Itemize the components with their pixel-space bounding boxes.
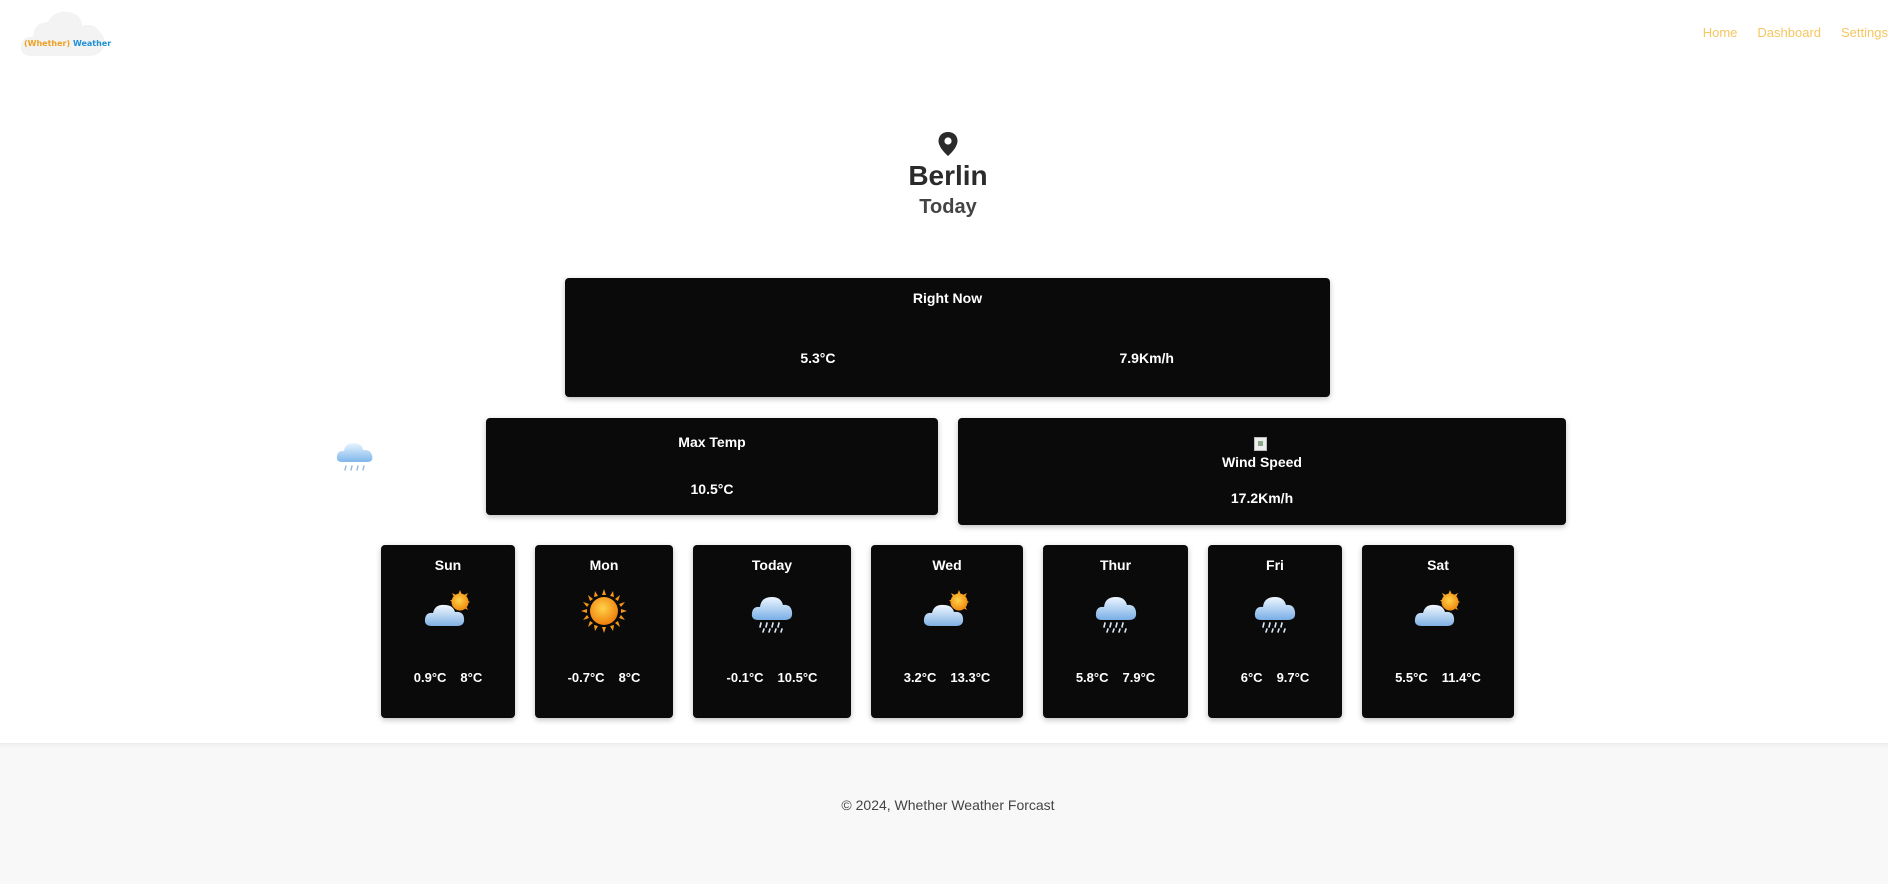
forecast-temps: 5.8°C 7.9°C — [1043, 670, 1188, 685]
city-name: Berlin — [908, 160, 988, 191]
cloud-logo-icon — [20, 11, 105, 56]
forecast-card-thur: Thur 5.8°C 7.9°C — [1043, 545, 1188, 718]
forecast-high-temp: 8°C — [460, 670, 483, 685]
forecast-day-name: Today — [751, 557, 793, 573]
partly-cloudy-icon — [424, 590, 470, 626]
partly-cloudy-icon — [1414, 590, 1460, 626]
forecast-low-temp: 0.9°C — [413, 670, 447, 685]
wind-speed-value: 17.2Km/h — [1230, 490, 1294, 506]
right-now-temp: 5.3°C — [800, 350, 836, 366]
main-nav: Home Dashboard Settings — [1703, 25, 1888, 40]
right-now-card: Right Now 5.3°C 7.9Km/h — [565, 278, 1330, 397]
forecast-temps: -0.7°C 8°C — [535, 670, 673, 685]
footer-copyright: © 2024, Whether Weather Forcast — [841, 797, 1055, 813]
forecast-high-temp: 8°C — [618, 670, 641, 685]
header: (Whether) Weather Home Dashboard Setting… — [0, 0, 1888, 66]
forecast-temps: 0.9°C 8°C — [381, 670, 515, 685]
max-temp-value: 10.5°C — [690, 481, 734, 497]
forecast-card-wed: Wed 3.2°C 13.3°C — [871, 545, 1023, 718]
forecast-day-name: Fri — [1266, 557, 1284, 573]
forecast-temps: -0.1°C 10.5°C — [693, 670, 851, 685]
rain-cloud-icon — [336, 443, 373, 471]
forecast-temps: 3.2°C 13.3°C — [871, 670, 1023, 685]
wind-speed-card: Wind Speed 17.2Km/h — [958, 418, 1566, 525]
forecast-day-name: Sat — [1427, 557, 1449, 573]
right-now-wind: 7.9Km/h — [1119, 350, 1174, 366]
forecast-high-temp: 10.5°C — [777, 670, 818, 685]
current-day-label: Today — [919, 196, 977, 218]
location-pin-icon — [938, 132, 958, 156]
nav-dashboard-link[interactable]: Dashboard — [1757, 25, 1821, 40]
forecast-card-fri: Fri 6°C 9.7°C — [1208, 545, 1342, 718]
nav-settings-link[interactable]: Settings — [1841, 25, 1888, 40]
rain-cloud-icon — [1254, 597, 1296, 633]
forecast-high-temp: 11.4°C — [1441, 670, 1481, 685]
forecast-day-name: Wed — [932, 557, 962, 573]
max-temp-card: Max Temp 10.5°C — [486, 418, 938, 515]
forecast-low-temp: -0.1°C — [726, 670, 764, 685]
footer: © 2024, Whether Weather Forcast — [0, 743, 1888, 884]
forecast-day-name: Thur — [1099, 557, 1132, 573]
forecast-low-temp: 3.2°C — [903, 670, 937, 685]
forecast-low-temp: -0.7°C — [567, 670, 605, 685]
forecast-card-sat: Sat 5.5°C 11.4°C — [1362, 545, 1514, 718]
sun-icon — [581, 589, 627, 633]
forecast-low-temp: 6°C — [1240, 670, 1263, 685]
logo[interactable]: (Whether) Weather — [18, 8, 111, 58]
logo-text-whether: (Whether) — [24, 39, 71, 48]
forecast-high-temp: 7.9°C — [1122, 670, 1156, 685]
rain-cloud-icon — [751, 597, 793, 633]
logo-text: (Whether) Weather — [24, 39, 111, 48]
forecast-low-temp: 5.5°C — [1395, 670, 1428, 685]
forecast-card-sun: Sun 0.9°C 8°C — [381, 545, 515, 718]
forecast-low-temp: 5.8°C — [1075, 670, 1109, 685]
forecast-card-today: Today -0.1°C 10.5°C — [693, 545, 851, 718]
logo-text-weather: Weather — [70, 39, 112, 48]
wind-speed-title: Wind Speed — [1222, 454, 1302, 470]
forecast-high-temp: 13.3°C — [950, 670, 991, 685]
nav-home-link[interactable]: Home — [1703, 25, 1738, 40]
forecast-card-mon: Mon -0.7°C 8°C — [535, 545, 673, 718]
max-temp-title: Max Temp — [678, 434, 746, 450]
forecast-temps: 6°C 9.7°C — [1208, 670, 1342, 685]
partly-cloudy-icon — [923, 590, 969, 626]
rain-cloud-icon — [1095, 597, 1136, 633]
right-now-title: Right Now — [912, 290, 983, 306]
forecast-day-name: Sun — [434, 557, 462, 573]
forecast-high-temp: 9.7°C — [1276, 670, 1310, 685]
broken-image-icon — [1254, 437, 1267, 451]
forecast-day-name: Mon — [589, 557, 619, 573]
forecast-temps: 5.5°C 11.4°C — [1362, 670, 1514, 685]
